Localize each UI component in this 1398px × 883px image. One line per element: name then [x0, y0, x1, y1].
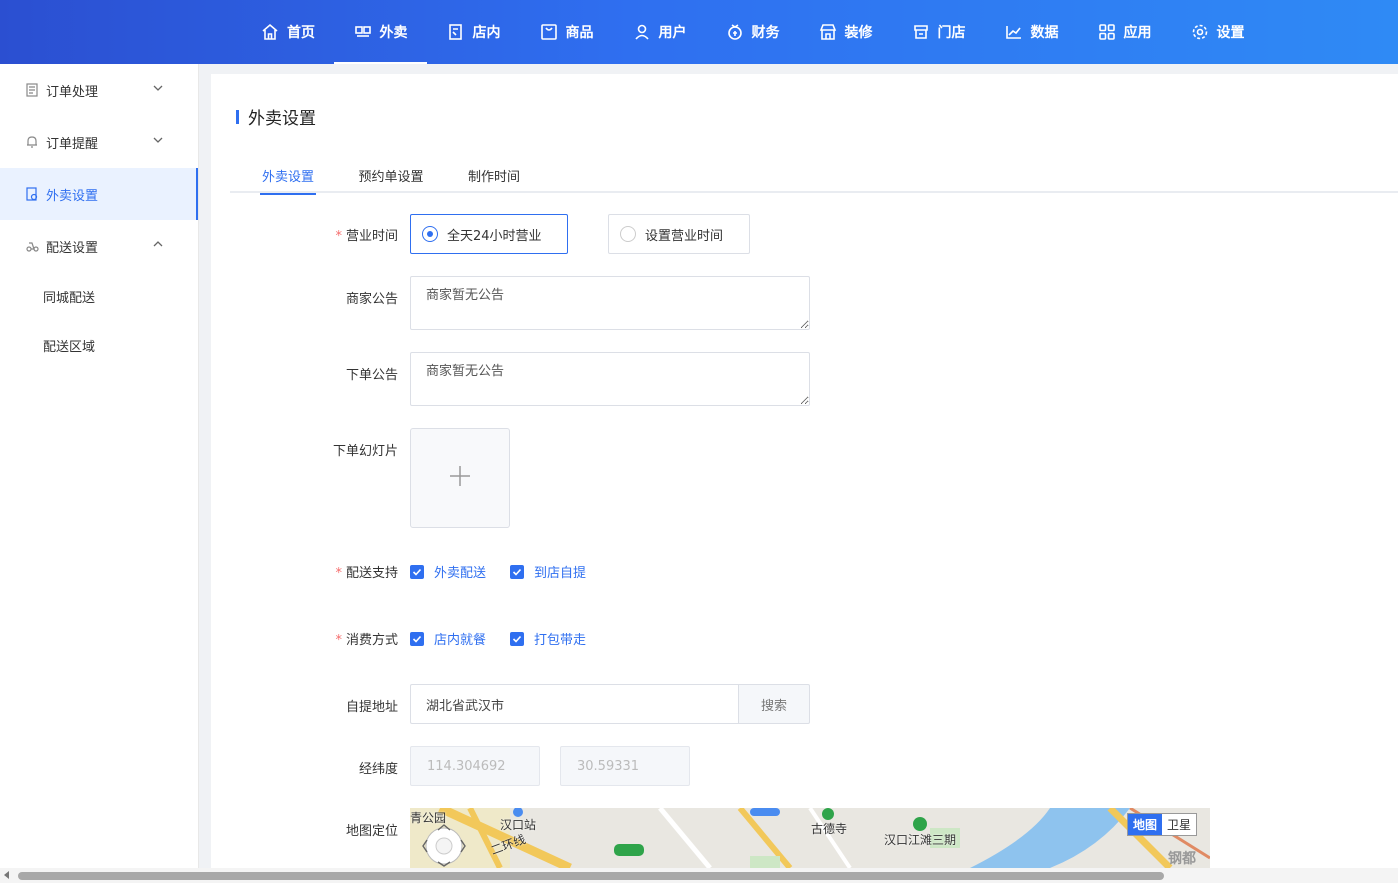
settings-tabs: 外卖设置 预约单设置 制作时间 — [230, 162, 1398, 195]
checkbox-checked-icon — [410, 564, 424, 579]
checkbox-checked-icon — [410, 631, 424, 646]
nav-item-settings[interactable]: 设置 — [1171, 0, 1264, 64]
nav-item-decoration[interactable]: 装修 — [799, 0, 892, 64]
checkbox-checked-icon — [510, 564, 524, 579]
decoration-icon — [819, 23, 837, 41]
pickup-address-input[interactable] — [410, 684, 738, 724]
scroll-left-arrow-icon[interactable] — [4, 871, 9, 879]
sidebar-subitem-delivery-area[interactable]: 配送区域 — [0, 321, 198, 370]
tab-takeout-settings[interactable]: 外卖设置 — [260, 162, 316, 195]
sidebar-subitem-city-delivery[interactable]: 同城配送 — [0, 272, 198, 321]
checkbox-delivery[interactable]: 外卖配送 — [410, 562, 486, 581]
bell-icon — [24, 134, 40, 150]
map-view[interactable]: 青公园 汉口站 二环线 古德寺 汉口江滩三期 钢都 地图 卫星 — [410, 808, 1210, 868]
radio-unchecked-icon — [620, 226, 636, 242]
settings-doc-icon — [24, 186, 40, 202]
map-type-toggle: 地图 卫星 — [1127, 813, 1198, 836]
checkbox-takeaway[interactable]: 打包带走 — [510, 629, 586, 648]
slideshow-label: 下单幻灯片 — [332, 444, 398, 459]
plus-icon — [449, 465, 471, 491]
map-label-gude-temple: 古德寺 — [811, 822, 848, 836]
chart-icon — [1005, 23, 1023, 41]
map-label-riverside: 汉口江滩三期 — [884, 833, 957, 847]
apps-icon — [1098, 23, 1116, 41]
latitude-input — [560, 746, 690, 786]
map-location-label: 地图定位 — [345, 824, 398, 839]
checkbox-pickup[interactable]: 到店自提 — [510, 562, 586, 581]
checkbox-dine-in[interactable]: 店内就餐 — [410, 629, 486, 648]
radio-24h-business[interactable]: 全天24小时营业 — [410, 214, 568, 254]
main-content: 外卖设置 外卖设置 预约单设置 制作时间 * 营业时间 全天24小时营业 设置营业… — [211, 74, 1398, 883]
nav-item-apps[interactable]: 应用 — [1078, 0, 1171, 64]
nav-item-takeout[interactable]: 外卖 — [334, 0, 427, 64]
store-icon — [912, 23, 930, 41]
sidebar-item-order-processing[interactable]: 订单处理 — [0, 64, 198, 116]
address-search-button[interactable]: 搜索 — [738, 684, 810, 724]
sidebar: 订单处理 订单提醒 外卖设置 配送设置 同城配送 配送区域 — [0, 64, 199, 883]
business-hours-label: * 营业时间 — [335, 229, 398, 244]
tab-reservation-settings[interactable]: 预约单设置 — [356, 162, 426, 193]
user-icon — [633, 23, 651, 41]
horizontal-scrollbar[interactable] — [0, 868, 1398, 883]
merchant-notice-textarea[interactable]: 商家暂无公告 — [410, 276, 810, 330]
nav-item-home[interactable]: 首页 — [242, 0, 334, 64]
home-icon — [261, 23, 279, 41]
map-label-hankou-station: 汉口站 — [500, 818, 537, 832]
map-type-satellite-button[interactable]: 卫星 — [1162, 814, 1196, 835]
title-accent-bar — [236, 109, 239, 124]
delivery-icon — [24, 238, 40, 254]
chevron-up-icon[interactable] — [152, 238, 164, 250]
nav-item-dine-in[interactable]: 店内 — [427, 0, 520, 64]
dine-in-icon — [447, 23, 465, 41]
order-icon — [24, 82, 40, 98]
nav-item-goods[interactable]: 商品 — [520, 0, 613, 64]
sidebar-item-delivery-settings[interactable]: 配送设置 — [0, 220, 198, 272]
checkbox-checked-icon — [510, 631, 524, 646]
latlng-label: 经纬度 — [358, 762, 398, 777]
consume-method-label: * 消费方式 — [335, 633, 398, 648]
nav-item-user[interactable]: 用户 — [613, 0, 706, 64]
radio-checked-icon — [422, 226, 438, 242]
gear-icon — [1191, 23, 1209, 41]
chevron-down-icon[interactable] — [152, 134, 164, 146]
chevron-down-icon[interactable] — [152, 82, 164, 94]
scrollbar-thumb[interactable] — [18, 872, 1164, 880]
page-title: 外卖设置 — [236, 104, 316, 129]
sidebar-item-takeout-settings[interactable]: 外卖设置 — [0, 168, 198, 220]
slideshow-upload-button[interactable] — [410, 428, 510, 528]
longitude-input — [410, 746, 540, 786]
map-label-qing-park: 青公园 — [410, 811, 447, 825]
top-nav-menu: 首页 外卖 店内 商品 用户 财务 装修 门店 数据 应用 设置 — [242, 0, 1264, 64]
top-navigation-bar: 首页 外卖 店内 商品 用户 财务 装修 门店 数据 应用 设置 — [0, 0, 1398, 64]
map-type-map-button[interactable]: 地图 — [1128, 814, 1163, 835]
takeout-icon — [354, 23, 372, 41]
pickup-address-label: 自提地址 — [345, 700, 398, 715]
nav-item-data[interactable]: 数据 — [985, 0, 1078, 64]
tab-prep-time[interactable]: 制作时间 — [466, 162, 522, 193]
finance-icon — [726, 23, 744, 41]
order-notice-label: 下单公告 — [345, 368, 398, 383]
map-label-gangdu: 钢都 — [1168, 851, 1196, 867]
radio-custom-hours[interactable]: 设置营业时间 — [608, 214, 750, 254]
sidebar-item-order-reminder[interactable]: 订单提醒 — [0, 116, 198, 168]
nav-item-store[interactable]: 门店 — [892, 0, 985, 64]
order-notice-textarea[interactable]: 商家暂无公告 — [410, 352, 810, 406]
merchant-notice-label: 商家公告 — [345, 292, 398, 307]
delivery-support-label: * 配送支持 — [335, 566, 398, 581]
goods-icon — [540, 23, 558, 41]
nav-item-finance[interactable]: 财务 — [706, 0, 799, 64]
